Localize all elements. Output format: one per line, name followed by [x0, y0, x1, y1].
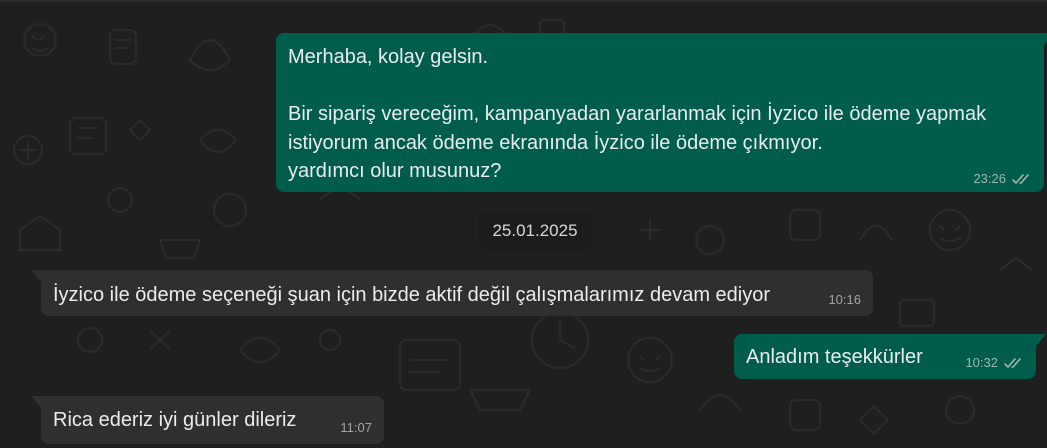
message-time: 11:07	[340, 420, 372, 435]
read-double-tick-icon	[1004, 357, 1021, 368]
message-text: İyzico ile ödeme seçeneği şuan için bizd…	[53, 284, 771, 306]
date-separator: 25.01.2025	[479, 211, 591, 251]
read-double-tick-icon	[1012, 173, 1029, 184]
message-text: Rica ederiz iyi günler dileriz	[53, 409, 297, 431]
outgoing-message[interactable]: Anladım teşekkürler 10:32	[734, 334, 1046, 379]
message-time: 10:16	[828, 292, 861, 307]
outgoing-message[interactable]: Merhaba, kolay gelsin. Bir sipariş verec…	[276, 33, 1047, 192]
message-meta: 23:26	[973, 171, 1032, 186]
bubble-tail-icon	[31, 396, 41, 408]
message-text: Merhaba, kolay gelsin. Bir sipariş verec…	[288, 46, 987, 182]
incoming-message[interactable]: Rica ederiz iyi günler dileriz 11:07	[31, 396, 384, 444]
message-time: 23:26	[973, 171, 1006, 186]
message-time: 10:32	[965, 355, 998, 370]
bubble-tail-icon	[1036, 334, 1046, 346]
message-meta: 11:07	[340, 420, 372, 435]
message-meta: 10:32	[965, 355, 1024, 370]
bubble-tail-icon	[31, 270, 41, 282]
incoming-message[interactable]: İyzico ile ödeme seçeneği şuan için bizd…	[31, 270, 873, 316]
message-meta: 10:16	[828, 292, 861, 307]
